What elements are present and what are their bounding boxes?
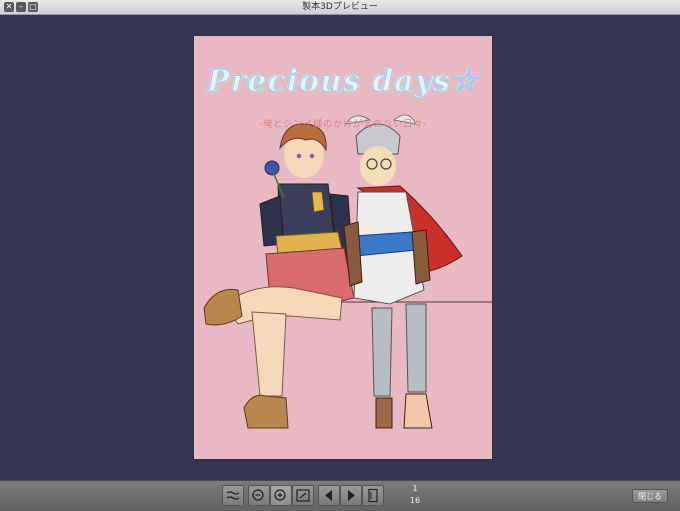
page-counter: 1 16: [400, 483, 430, 507]
page-curl-button[interactable]: [222, 485, 244, 506]
cover-title: Precious days☆: [207, 64, 479, 100]
previous-page-button[interactable]: [318, 485, 340, 506]
zoom-in-button[interactable]: [270, 485, 292, 506]
close-button[interactable]: 閉じる: [632, 489, 668, 503]
fit-window-button[interactable]: [292, 485, 314, 506]
page-curl-icon: [226, 491, 240, 500]
zoom-out-icon: [252, 489, 264, 501]
zoom-out-button[interactable]: [248, 485, 270, 506]
previous-page-icon: [325, 490, 332, 501]
bottom-toolbar: 1 16 閉じる: [0, 480, 680, 511]
fit-window-icon: [296, 489, 310, 502]
book-cover-page: Precious days☆ -俺とシンイ様のかけがえのない日々-: [194, 36, 492, 459]
next-page-button[interactable]: [340, 485, 362, 506]
current-page-number: 1: [412, 484, 418, 493]
cover-illustration: [203, 114, 492, 429]
total-page-count: 16: [409, 496, 421, 505]
page-spread-icon: [368, 488, 378, 503]
preview-area[interactable]: Precious days☆ -俺とシンイ様のかけがえのない日々-: [0, 15, 680, 480]
next-page-icon: [348, 490, 355, 501]
window-title: 製本3Dプレビュー: [302, 2, 378, 12]
page-spread-button[interactable]: [362, 485, 384, 506]
zoom-in-icon: [274, 489, 286, 501]
cover-subtitle: -俺とシンイ様のかけがえのない日々-: [259, 119, 427, 130]
window-title-bar: ✕ – □ 製本3Dプレビュー: [0, 0, 680, 15]
